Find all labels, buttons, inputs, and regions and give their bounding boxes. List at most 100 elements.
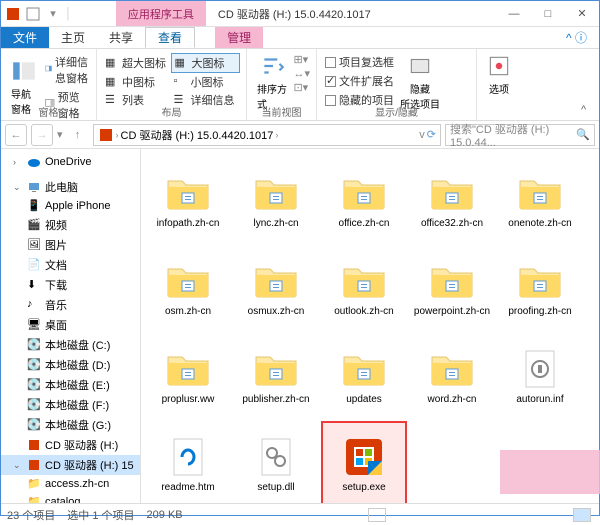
file-item[interactable]: osmux.zh-cn	[233, 245, 319, 331]
folder-icon	[518, 171, 562, 215]
file-item[interactable]: infopath.zh-cn	[145, 157, 231, 243]
drive-icon	[98, 127, 114, 143]
overlay	[500, 450, 600, 494]
file-item[interactable]: powerpoint.zh-cn	[409, 245, 495, 331]
large-icon: ▦	[174, 56, 188, 70]
maximize-button[interactable]: □	[531, 1, 565, 27]
sidebar-pictures[interactable]: 🖼图片	[1, 235, 140, 255]
exe-icon	[342, 435, 386, 479]
layout-small[interactable]: ▫小图标	[172, 73, 241, 91]
sidebar-thispc[interactable]: ⌄此电脑	[1, 177, 140, 197]
file-item[interactable]: setup.exe	[321, 421, 407, 503]
htm-icon	[166, 435, 210, 479]
qat-dropdown-icon[interactable]: ▾	[45, 6, 61, 22]
disk-icon: 💽	[27, 418, 41, 432]
layout-large[interactable]: ▦大图标	[171, 53, 240, 73]
search-input[interactable]: 搜索"CD 驱动器 (H:) 15.0.44... 🔍	[445, 124, 595, 146]
sidebar-disk-e[interactable]: 💽本地磁盘 (E:)	[1, 375, 140, 395]
sidebar-downloads[interactable]: ⬇下载	[1, 275, 140, 295]
file-item[interactable]: setup.dll	[233, 421, 319, 503]
file-label: setup.exe	[342, 482, 385, 493]
small-icon: ▫	[174, 75, 188, 89]
download-icon: ⬇	[27, 278, 41, 292]
file-label: word.zh-cn	[428, 394, 477, 405]
sidebar-desktop[interactable]: 🖥桌面	[1, 315, 140, 335]
sidebar-videos[interactable]: 🎬视频	[1, 215, 140, 235]
qat-save-icon[interactable]	[25, 6, 41, 22]
fitcol-icon[interactable]: ⊡▾	[293, 81, 310, 94]
sizecol-icon[interactable]: ↔▾	[293, 67, 310, 80]
inf-icon	[518, 347, 562, 391]
tab-view[interactable]: 查看	[145, 27, 195, 48]
tab-home[interactable]: 主页	[49, 27, 97, 48]
folder-icon	[254, 171, 298, 215]
view-large-icon[interactable]	[573, 508, 591, 522]
sidebar-iphone[interactable]: 📱Apple iPhone	[1, 197, 140, 215]
file-item[interactable]: publisher.zh-cn	[233, 333, 319, 419]
file-label: readme.htm	[161, 482, 214, 493]
file-item[interactable]: readme.htm	[145, 421, 231, 503]
sidebar-documents[interactable]: 📄文档	[1, 255, 140, 275]
file-label: osmux.zh-cn	[248, 306, 305, 317]
sidebar-cd-h[interactable]: CD 驱动器 (H:)	[1, 435, 140, 455]
sidebar-access[interactable]: 📁access.zh-cn	[1, 475, 140, 493]
minimize-button[interactable]: —	[497, 1, 531, 27]
sidebar-catalog[interactable]: 📁catalog	[1, 493, 140, 503]
ribbon-tabs: 文件 主页 共享 查看 管理 ^ ⓘ	[1, 27, 599, 49]
dropdown-icon[interactable]: v	[419, 129, 425, 141]
group-layout-label: 布局	[97, 104, 246, 119]
breadcrumb[interactable]: › CD 驱动器 (H:) 15.0.4420.1017 › v ⟳	[93, 124, 441, 146]
layout-xlarge[interactable]: ▦超大图标	[103, 53, 171, 73]
file-label: lync.zh-cn	[253, 218, 298, 229]
breadcrumb-segment[interactable]: CD 驱动器 (H:) 15.0.4420.1017	[121, 127, 274, 143]
sidebar-cd-h-expanded[interactable]: ⌄CD 驱动器 (H:) 15	[1, 455, 140, 475]
back-button[interactable]: ←	[5, 124, 27, 146]
detail-pane-button[interactable]: 详细信息窗格	[43, 53, 90, 87]
tab-file[interactable]: 文件	[1, 27, 49, 48]
sidebar-music[interactable]: ♪音乐	[1, 295, 140, 315]
tab-manage[interactable]: 管理	[215, 27, 263, 48]
file-item[interactable]: autorun.inf	[497, 333, 583, 419]
file-item[interactable]: word.zh-cn	[409, 333, 495, 419]
file-item[interactable]: lync.zh-cn	[233, 157, 319, 243]
file-item[interactable]: proofing.zh-cn	[497, 245, 583, 331]
tab-share[interactable]: 共享	[97, 27, 145, 48]
view-details-icon[interactable]	[368, 508, 386, 522]
sidebar-disk-f[interactable]: 💽本地磁盘 (F:)	[1, 395, 140, 415]
hide-icon	[407, 53, 433, 79]
titlebar: ▾ │ 应用程序工具 CD 驱动器 (H:) 15.0.4420.1017 — …	[1, 1, 599, 27]
sidebar-disk-c[interactable]: 💽本地磁盘 (C:)	[1, 335, 140, 355]
sidebar-disk-d[interactable]: 💽本地磁盘 (D:)	[1, 355, 140, 375]
sidebar: ›OneDrive ⌄此电脑 📱Apple iPhone 🎬视频 🖼图片 📄文档…	[1, 149, 141, 503]
folder-icon: 📁	[27, 477, 41, 491]
addcol-icon[interactable]: ⊞▾	[293, 53, 310, 66]
checkbox-icon	[325, 57, 336, 68]
file-item[interactable]: proplusr.ww	[145, 333, 231, 419]
up-button[interactable]: ↑	[67, 124, 89, 146]
group-showhide-label: 显示/隐藏	[317, 104, 476, 119]
file-item[interactable]: updates	[321, 333, 407, 419]
sidebar-disk-g[interactable]: 💽本地磁盘 (G:)	[1, 415, 140, 435]
file-item[interactable]: office32.zh-cn	[409, 157, 495, 243]
file-label: office32.zh-cn	[421, 218, 483, 229]
check-file-ext[interactable]: 文件扩展名	[323, 72, 396, 90]
status-size: 209 KB	[147, 509, 183, 521]
file-item[interactable]: osm.zh-cn	[145, 245, 231, 331]
options-button[interactable]: 选项	[483, 51, 515, 98]
file-label: onenote.zh-cn	[508, 218, 571, 229]
video-icon: 🎬	[27, 218, 41, 232]
forward-button[interactable]: →	[31, 124, 53, 146]
layout-medium[interactable]: ▦中图标	[103, 73, 172, 91]
file-item[interactable]: outlook.zh-cn	[321, 245, 407, 331]
xlarge-icon: ▦	[105, 56, 119, 70]
help-button[interactable]: ^ ⓘ	[554, 27, 599, 48]
collapse-ribbon-icon[interactable]: ^	[581, 104, 595, 118]
check-item-checkboxes[interactable]: 项目复选框	[323, 53, 396, 71]
history-dropdown-icon[interactable]: ▾	[57, 128, 63, 141]
folder-icon	[166, 171, 210, 215]
refresh-icon[interactable]: ⟳	[427, 128, 436, 141]
close-button[interactable]: ✕	[565, 1, 599, 27]
file-item[interactable]: office.zh-cn	[321, 157, 407, 243]
sidebar-onedrive[interactable]: ›OneDrive	[1, 153, 140, 171]
file-item[interactable]: onenote.zh-cn	[497, 157, 583, 243]
